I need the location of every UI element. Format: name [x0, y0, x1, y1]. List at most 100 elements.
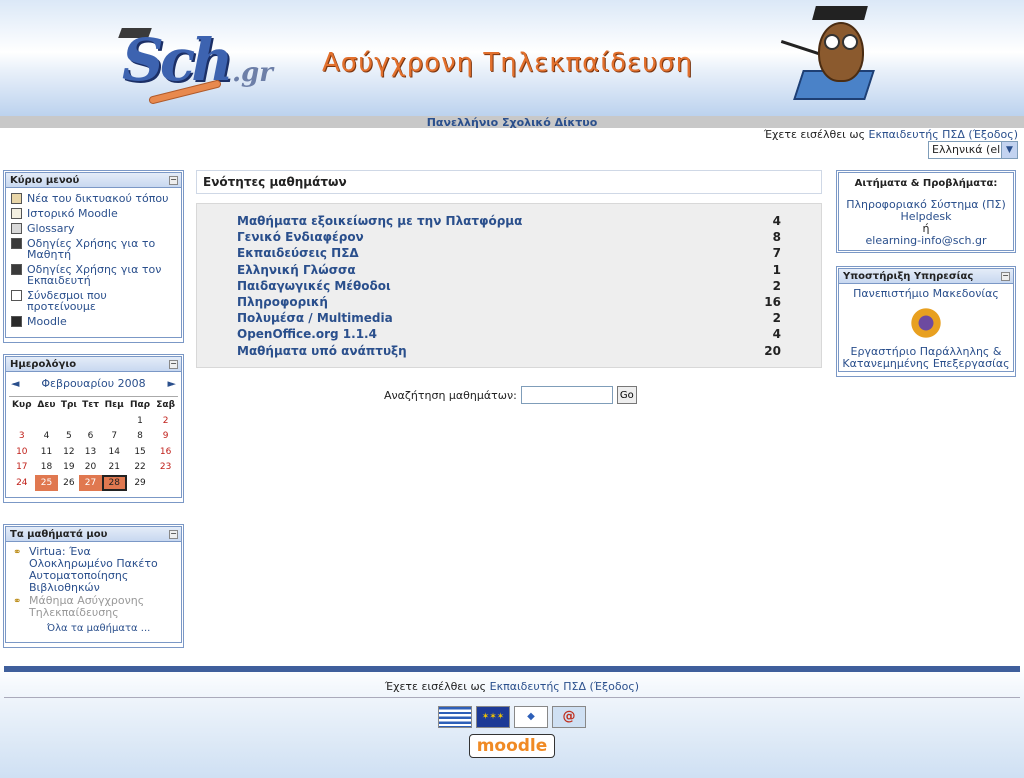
all-courses-link[interactable]: Όλα τα μαθήματα ... — [11, 623, 176, 635]
calendar-day[interactable]: 25 — [34, 475, 59, 491]
calendar-day[interactable]: 10 — [9, 444, 35, 460]
calendar-day[interactable]: 13 — [79, 444, 101, 460]
greek-flag-icon[interactable] — [438, 706, 472, 728]
category-link[interactable]: OpenOffice.org 1.1.4 — [237, 326, 377, 342]
calendar-day[interactable]: 18 — [35, 460, 59, 476]
chevron-down-icon[interactable]: ▼ — [1001, 142, 1017, 158]
category-row: Εκπαιδεύσεις ΠΣΔ 7 — [237, 245, 781, 261]
course-link-virtua[interactable]: ⚭ Virtua: Ένα Ολοκληρωμένο Πακέτο Αυτομα… — [11, 546, 176, 594]
requests-title: Αιτήματα & Προβλήματα: — [854, 178, 998, 189]
calendar-day[interactable]: 29 — [127, 475, 153, 491]
university-logo-icon[interactable] — [909, 306, 943, 340]
calendar-day[interactable]: 3 — [9, 429, 35, 445]
calendar-day[interactable]: 1 — [127, 413, 153, 429]
calendar-day[interactable]: 24 — [9, 475, 35, 491]
footer-user-link[interactable]: Εκπαιδευτής ΠΣΔ — [490, 680, 586, 693]
calendar-day[interactable]: 5 — [58, 429, 79, 445]
main-menu-header: Κύριο μενού − — [5, 172, 182, 188]
calendar-day[interactable]: 16 — [153, 444, 178, 460]
category-row: Γενικό Ενδιαφέρον 8 — [237, 229, 781, 245]
login-user-link[interactable]: Εκπαιδευτής ΠΣΔ — [869, 128, 965, 141]
category-link[interactable]: Μαθήματα υπό ανάπτυξη — [237, 343, 407, 359]
search-go-button[interactable]: Go — [616, 386, 637, 404]
moodle-logo[interactable]: moodle — [469, 734, 555, 758]
calendar-day[interactable]: 9 — [153, 429, 178, 445]
menu-item-label: Ιστορικό Moodle — [27, 207, 118, 220]
calendar-day[interactable]: 8 — [127, 429, 153, 445]
prev-month-icon[interactable]: ◄ — [11, 377, 19, 390]
calendar-day[interactable]: 26 — [58, 475, 79, 491]
sch-logo[interactable]: Sch .gr — [118, 18, 280, 105]
next-month-icon[interactable]: ► — [168, 377, 176, 390]
menu-item-student-guide[interactable]: Οδηγίες Χρήσης για το Μαθητή — [11, 238, 176, 260]
menu-item-teacher-guide[interactable]: Οδηγίες Χρήσης για τον Εκπαιδευτή — [11, 264, 176, 286]
login-info: Έχετε εισέλθει ως Εκπαιδευτής ΠΣΔ (Έξοδο… — [764, 128, 1018, 142]
menu-item-label: Οδηγίες Χρήσης για τον Εκπαιδευτή — [27, 263, 162, 287]
calendar-day[interactable]: 21 — [102, 460, 127, 476]
calendar-day[interactable]: 19 — [58, 460, 79, 476]
menu-item-label: Οδηγίες Χρήσης για το Μαθητή — [27, 237, 156, 261]
category-link[interactable]: Ελληνική Γλώσσα — [237, 262, 356, 278]
logout-link[interactable]: (Έξοδος) — [968, 128, 1018, 141]
calendar-day[interactable]: 27 — [79, 475, 102, 491]
category-link[interactable]: Πολυμέσα / Multimedia — [237, 310, 393, 326]
course-icon: ⚭ — [13, 547, 22, 558]
language-select[interactable]: Ελληνικά (el) ▼ — [928, 141, 1018, 159]
menu-item-moodle[interactable]: Moodle — [11, 316, 176, 327]
weekday-label: Τρι — [60, 400, 77, 410]
menu-item-moodle-history[interactable]: Ιστορικό Moodle — [11, 208, 176, 219]
category-row: OpenOffice.org 1.1.4 4 — [237, 326, 781, 342]
collapse-icon[interactable]: − — [169, 360, 178, 369]
menu-item-glossary[interactable]: Glossary — [11, 223, 176, 234]
footer-divider — [4, 666, 1020, 672]
calendar-day[interactable]: 14 — [102, 444, 127, 460]
main-menu-title: Κύριο μενού — [10, 175, 80, 186]
category-link[interactable]: Παιδαγωγικές Μέθοδοι — [237, 278, 391, 294]
collapse-icon[interactable]: − — [169, 530, 178, 539]
network-bar: Πανελλήνιο Σχολικό Δίκτυο — [0, 116, 1024, 129]
calendar-day[interactable]: 4 — [35, 429, 59, 445]
footer-logout-link[interactable]: (Έξοδος) — [590, 680, 640, 693]
calendar-day[interactable]: 2 — [153, 413, 178, 429]
calendar-day[interactable]: 6 — [79, 429, 101, 445]
network-link[interactable]: Πανελλήνιο Σχολικό Δίκτυο — [427, 116, 598, 129]
menu-item-label: Σύνδεσμοι που προτείνουμε — [27, 289, 107, 313]
menu-item-news[interactable]: Νέα του δικτυακού τόπου — [11, 193, 176, 204]
site-title: Ασύγχρονη Τηλεκπαίδευση — [322, 48, 694, 78]
category-link[interactable]: Μαθήματα εξοικείωσης με την Πλατφόρμα — [237, 213, 522, 229]
calendar-day[interactable]: 28 — [101, 475, 127, 491]
menu-item-label: Glossary — [27, 222, 75, 235]
course-label: Virtua: Ένα Ολοκληρωμένο Πακέτο Αυτοματο… — [29, 545, 158, 594]
information-society-logo-icon[interactable]: @ — [552, 706, 586, 728]
calendar-day[interactable]: 12 — [58, 444, 79, 460]
calendar-day[interactable]: 17 — [9, 460, 35, 476]
calendar-day[interactable]: 15 — [127, 444, 153, 460]
category-link[interactable]: Πληροφορική — [237, 294, 328, 310]
university-link[interactable]: Πανεπιστήμιο Μακεδονίας — [842, 288, 1010, 300]
lab-link[interactable]: Εργαστήριο Παράλληλης & Κατανεμημένης Επ… — [842, 346, 1010, 370]
eu-flag-icon[interactable]: ✶✶✶ — [476, 706, 510, 728]
course-link-distance[interactable]: ⚭ Μάθημα Ασύγχρονης Τηλεκπαίδευσης — [11, 595, 176, 619]
calendar-day[interactable]: 23 — [153, 460, 178, 476]
menu-item-links[interactable]: Σύνδεσμοι που προτείνουμε — [11, 290, 176, 312]
email-link[interactable]: elearning-info@sch.gr — [843, 235, 1009, 247]
calendar-month-link[interactable]: Φεβρουαρίου 2008 — [41, 377, 145, 390]
footer-login-prefix: Έχετε εισέλθει ως — [384, 680, 487, 693]
search-input[interactable] — [520, 386, 613, 404]
calendar-empty-cell — [58, 413, 79, 429]
calendar-day[interactable]: 22 — [127, 460, 153, 476]
resource-icon — [11, 264, 22, 275]
category-link[interactable]: Εκπαιδεύσεις ΠΣΔ — [237, 245, 359, 261]
my-courses-title: Τα μαθήματά μου — [10, 529, 108, 540]
collapse-icon[interactable]: − — [169, 176, 178, 185]
collapse-icon[interactable]: − — [1001, 272, 1010, 281]
calendar-day[interactable]: 11 — [35, 444, 59, 460]
ministry-logo-icon[interactable]: ◆ — [514, 706, 548, 728]
category-link[interactable]: Γενικό Ενδιαφέρον — [237, 229, 364, 245]
moodle-icon — [11, 316, 22, 327]
document-icon — [11, 208, 22, 219]
calendar-day[interactable]: 20 — [79, 460, 101, 476]
my-courses-header: Τα μαθήματά μου − — [5, 526, 182, 542]
calendar-day[interactable]: 7 — [102, 429, 127, 445]
course-icon: ⚭ — [13, 596, 22, 607]
